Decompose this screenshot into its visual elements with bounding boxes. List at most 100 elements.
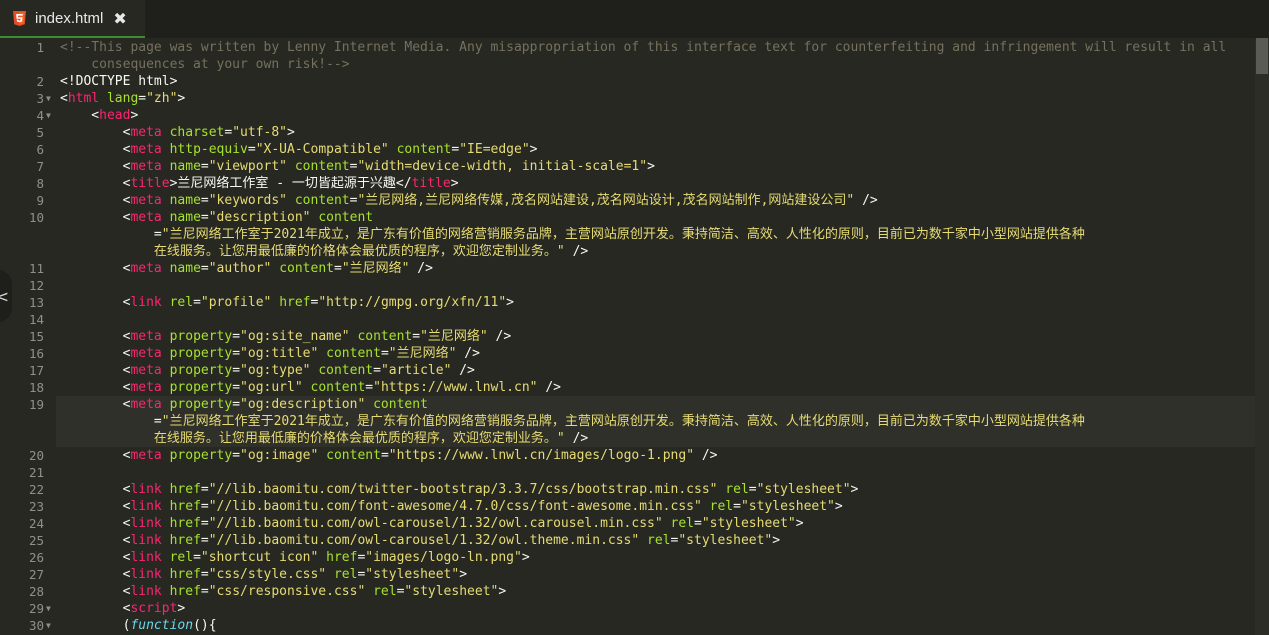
code-token: href (169, 516, 201, 531)
code-token: name (169, 210, 201, 225)
code-token: name (169, 193, 201, 208)
code-token: href (169, 533, 201, 548)
code-token: /> (564, 431, 589, 446)
code-line[interactable]: <link rel="profile" href="http://gmpg.or… (60, 294, 1250, 311)
code-token: = (232, 363, 241, 378)
code-line[interactable]: <html lang="zh"> (60, 90, 1250, 107)
chevron-left-icon[interactable]: < (0, 270, 12, 322)
line-number: 30 (28, 618, 44, 633)
code-line[interactable]: 在线服务。让您用最低廉的价格体会最优质的程序，欢迎您定制业务。" /> (60, 243, 1250, 260)
code-token: < (60, 193, 131, 208)
code-token: < (60, 584, 131, 599)
code-line[interactable]: (function(){ (60, 617, 1250, 634)
fold-arrow-icon[interactable]: ▼ (46, 600, 54, 617)
code-line[interactable]: <link href="css/responsive.css" rel="sty… (60, 583, 1250, 600)
code-line[interactable]: 在线服务。让您用最低廉的价格体会最优质的程序，欢迎您定制业务。" /> (60, 430, 1250, 447)
code-line[interactable]: <head> (60, 107, 1250, 124)
code-token: script (130, 601, 178, 616)
code-token: = (232, 448, 241, 463)
line-number: 6 (36, 142, 44, 157)
code-token: property (169, 380, 233, 395)
code-line[interactable]: <meta property="og:description" content (60, 396, 1250, 413)
code-line[interactable]: <script> (60, 600, 1250, 617)
line-number: 19 (28, 397, 44, 412)
tab-index-html[interactable]: index.html ✖ (0, 0, 145, 38)
code-token: <!DOCTYPE html> (60, 74, 178, 89)
code-token: "stylesheet" (365, 567, 460, 582)
code-line[interactable]: <link href="css/style.css" rel="styleshe… (60, 566, 1250, 583)
code-editor[interactable]: 1 2 3 ▼ 4 ▼ 5 6 7 8 9 10 11 12 13 14 15 16 17 18 19 20 21 22 23 2… (0, 38, 1255, 635)
code-line[interactable]: <link rel="shortcut icon" href="images/l… (60, 549, 1250, 566)
code-token: >兰尼网络工作室 - 一切皆起源于兴趣</ (169, 176, 412, 191)
code-line[interactable]: <!--This page was written by Lenny Inter… (60, 39, 1250, 56)
code-token: = (412, 329, 421, 344)
fold-arrow-icon[interactable]: ▼ (46, 617, 54, 634)
code-token: name (169, 159, 201, 174)
code-line[interactable]: <meta http-equiv="X-UA-Compatible" conte… (60, 141, 1250, 158)
line-number: 8 (36, 176, 44, 191)
code-token: = (200, 210, 209, 225)
code-token: > (287, 125, 295, 140)
code-token: = (200, 482, 209, 497)
code-line[interactable]: <!DOCTYPE html> (60, 73, 1250, 90)
code-token: > (177, 601, 186, 616)
code-line[interactable]: <link href="//lib.baomitu.com/owl-carous… (60, 532, 1250, 549)
fold-arrow-icon[interactable]: ▼ (46, 107, 54, 124)
code-line[interactable]: ="兰尼网络工作室于2021年成立，是广东有价值的网络营销服务品牌，主营网站原创… (60, 226, 1250, 243)
code-line[interactable]: <meta property="og:type" content="articl… (60, 362, 1250, 379)
scrollbar-thumb[interactable] (1256, 38, 1268, 74)
code-token: meta (130, 329, 162, 344)
code-token: = (193, 550, 201, 565)
code-line[interactable]: <link href="//lib.baomitu.com/twitter-bo… (60, 481, 1250, 498)
code-token: < (60, 329, 131, 344)
code-line[interactable]: <meta name="description" content (60, 209, 1250, 226)
code-token: > (795, 516, 804, 531)
code-token: > (772, 533, 781, 548)
code-line[interactable]: <meta name="keywords" content="兰尼网络,兰尼网络… (60, 192, 1250, 209)
code-token: > (850, 482, 859, 497)
code-line[interactable]: <title>兰尼网络工作室 - 一切皆起源于兴趣</title> (60, 175, 1250, 192)
code-line[interactable]: <meta property="og:image" content="https… (60, 447, 1250, 464)
code-line[interactable]: <meta name="viewport" content="width=dev… (60, 158, 1250, 175)
code-token: > (450, 176, 459, 191)
code-token: = (138, 91, 147, 106)
code-token: title (411, 176, 451, 191)
code-line[interactable]: <link href="//lib.baomitu.com/owl-carous… (60, 515, 1250, 532)
code-token: function (130, 618, 194, 633)
fold-arrow-icon[interactable]: ▼ (46, 90, 54, 107)
code-token: meta (130, 142, 162, 157)
code-line[interactable]: ="兰尼网络工作室于2021年成立，是广东有价值的网络营销服务品牌，主营网站原创… (60, 413, 1250, 430)
code-token: = (373, 363, 381, 378)
code-line[interactable]: <meta property="og:url" content="https:/… (60, 379, 1250, 396)
vertical-scrollbar[interactable] (1255, 38, 1269, 635)
code-token: = (200, 516, 209, 531)
line-number: 23 (28, 499, 44, 514)
code-line[interactable]: <meta property="og:title" content="兰尼网络"… (60, 345, 1250, 362)
code-line[interactable]: <meta name="author" content="兰尼网络" /> (60, 260, 1250, 277)
code-token: "兰尼网络" (388, 346, 457, 361)
code-line[interactable]: <meta property="og:site_name" content="兰… (60, 328, 1250, 345)
code-token: = (200, 584, 209, 599)
code-line[interactable]: <link href="//lib.baomitu.com/font-aweso… (60, 498, 1250, 515)
code-token: link (130, 516, 162, 531)
code-token: "http://gmpg.org/xfn/11" (318, 295, 507, 310)
code-token: > (529, 142, 538, 157)
code-token: "IE=edge" (459, 142, 530, 157)
line-number: 4 (36, 108, 44, 123)
code-token: /> (694, 448, 718, 463)
code-token: < (60, 533, 131, 548)
close-icon[interactable]: ✖ (113, 9, 126, 28)
code-line[interactable]: <meta charset="utf-8"> (60, 124, 1250, 141)
code-token: href (169, 584, 201, 599)
code-token: rel (373, 584, 397, 599)
code-token: rel (647, 533, 671, 548)
code-token: rel (169, 550, 194, 565)
code-token: = (333, 261, 342, 276)
code-token: "兰尼网络" (420, 329, 488, 344)
code-line[interactable]: consequences at your own risk!--> (60, 56, 1250, 73)
